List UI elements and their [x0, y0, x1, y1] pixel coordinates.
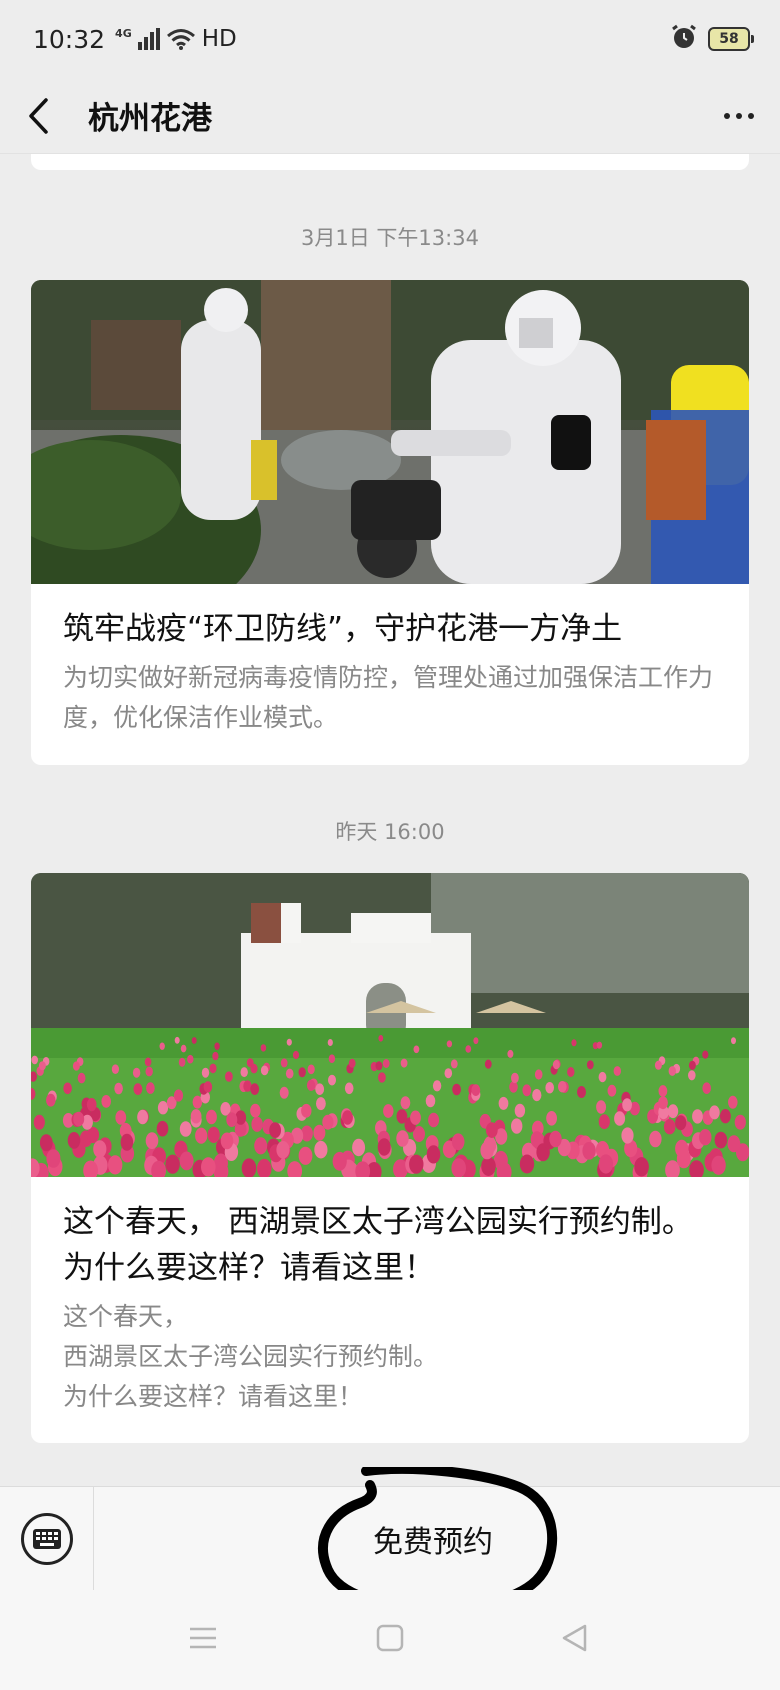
hd-label: HD	[201, 26, 237, 52]
article-image[interactable]	[31, 873, 749, 1177]
keyboard-toggle-button[interactable]	[0, 1486, 94, 1591]
article-card[interactable]: 筑牢战疫“环卫防线”，守护花港一方净土 为切实做好新冠病毒疫情防控，管理处通过加…	[31, 280, 749, 765]
article-title[interactable]: 这个春天， 西湖景区太子湾公园实行预约制。 为什么要这样？请看这里！	[63, 1199, 717, 1291]
article-feed[interactable]: 3月1日 下午13:34 筑牢战疫“环卫防线”，守护花港一方净土 为切实做好新冠…	[0, 154, 780, 1486]
status-time: 10:32	[33, 24, 106, 54]
keyboard-icon	[20, 1512, 73, 1565]
status-bar: 10:32 4G HD 58	[0, 0, 780, 78]
workers-disinfecting-photo	[31, 280, 749, 584]
alarm-icon	[670, 23, 698, 55]
battery-icon: 58	[708, 27, 754, 51]
tulip-garden-photo	[31, 873, 749, 1177]
article-timestamp: 3月1日 下午13:34	[301, 226, 479, 250]
network-type: 4G	[115, 26, 132, 40]
description-line: 这个春天，	[63, 1302, 189, 1331]
menu-item-free-booking[interactable]: 免费预约	[94, 1466, 780, 1612]
wifi-icon	[166, 28, 196, 50]
article-title[interactable]: 筑牢战疫“环卫防线”，守护花港一方净土	[63, 606, 717, 652]
page-title: 杭州花港	[88, 101, 212, 137]
description-line: 为什么要这样？请看这里！	[63, 1382, 364, 1411]
back-triangle-icon[interactable]	[560, 1623, 588, 1657]
system-nav-bar	[0, 1590, 780, 1690]
article-image[interactable]	[31, 280, 749, 584]
signal-icon	[137, 28, 160, 50]
article-description: 这个春天， 西湖景区太子湾公园实行预约制。 为什么要这样？请看这里！	[63, 1297, 717, 1417]
article-description: 为切实做好新冠病毒疫情防控，管理处通过加强保洁工作力度，优化保洁作业模式。	[63, 663, 714, 732]
article-card[interactable]: 这个春天， 西湖景区太子湾公园实行预约制。 为什么要这样？请看这里！ 这个春天，…	[31, 873, 749, 1443]
home-square-icon[interactable]	[376, 1624, 404, 1656]
previous-card-edge	[31, 154, 749, 170]
more-dots-icon[interactable]	[724, 103, 754, 129]
menu-lines-icon[interactable]	[188, 1626, 218, 1654]
menu-item-label: 免费预约	[373, 1524, 493, 1560]
back-arrow-icon[interactable]	[26, 96, 62, 136]
top-bar: 杭州花港	[0, 78, 780, 154]
description-line: 西湖景区太子湾公园实行预约制。	[63, 1342, 439, 1371]
network-indicator: 4G HD	[115, 26, 237, 52]
article-timestamp: 昨天 16:00	[335, 820, 445, 844]
bottom-menu: 免费预约	[0, 1466, 780, 1612]
